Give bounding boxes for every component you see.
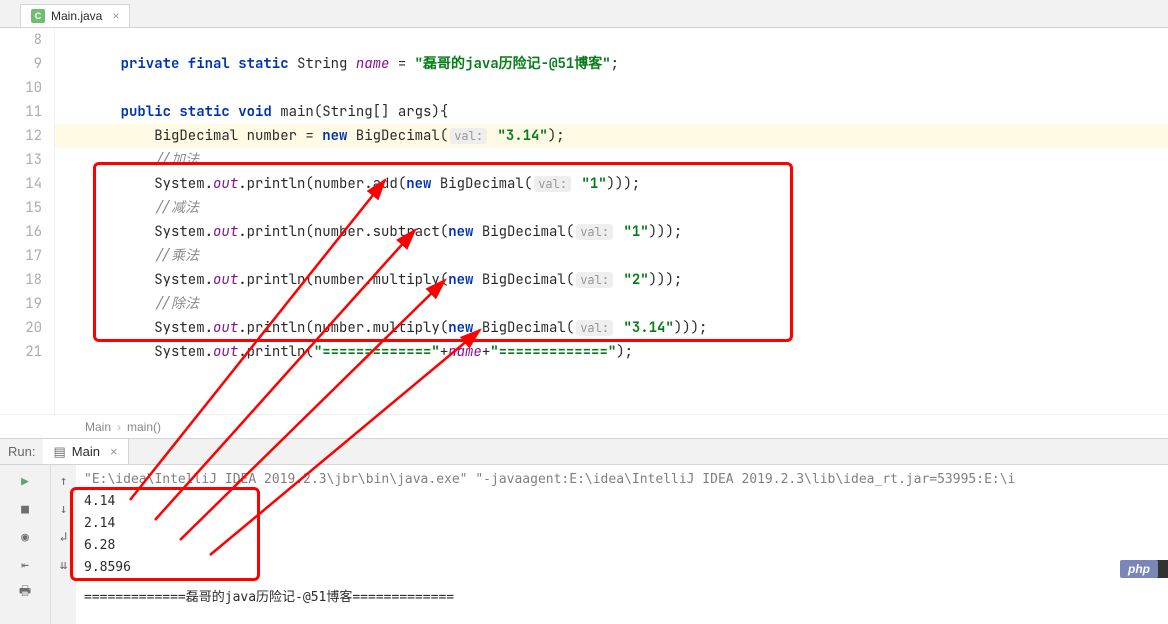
breadcrumb[interactable]: Main›main() <box>0 414 1168 438</box>
exit-icon[interactable]: ⇤ <box>15 555 35 575</box>
run-label: Run: <box>0 444 43 459</box>
run-tab[interactable]: ▤ Main × <box>43 439 128 464</box>
java-file-icon: C <box>31 9 45 23</box>
close-icon[interactable]: × <box>110 439 118 464</box>
rerun-icon[interactable]: ▶ <box>15 471 35 491</box>
line-gutter: 8 9 10 11 12 13 14 15 16 17 18 19 20 21 <box>0 28 55 414</box>
tab-filename: Main.java <box>51 9 102 23</box>
stop-icon[interactable]: ■ <box>15 499 35 519</box>
php-watermark: php <box>1120 560 1158 578</box>
code-editor[interactable]: private final static String name = "磊哥的j… <box>55 28 1168 414</box>
console-output[interactable]: "E:\idea\IntelliJ IDEA 2019.2.3\jbr\bin\… <box>76 465 1168 624</box>
scroll-icon[interactable]: ⇊ <box>54 555 74 575</box>
run-toolbar: ▶ ■ ◉ ⇤ 🖶 <box>0 465 50 624</box>
wrap-icon[interactable]: ↲ <box>54 527 74 547</box>
camera-icon[interactable]: ◉ <box>15 527 35 547</box>
run-tab-icon: ▤ <box>53 439 65 464</box>
file-tab[interactable]: C Main.java × <box>20 4 130 27</box>
up-icon[interactable]: ↑ <box>54 471 74 491</box>
run-toolbar-2: ↑ ↓ ↲ ⇊ <box>50 465 76 624</box>
down-icon[interactable]: ↓ <box>54 499 74 519</box>
close-icon[interactable]: × <box>112 9 119 23</box>
print-icon[interactable]: 🖶 <box>15 583 35 603</box>
